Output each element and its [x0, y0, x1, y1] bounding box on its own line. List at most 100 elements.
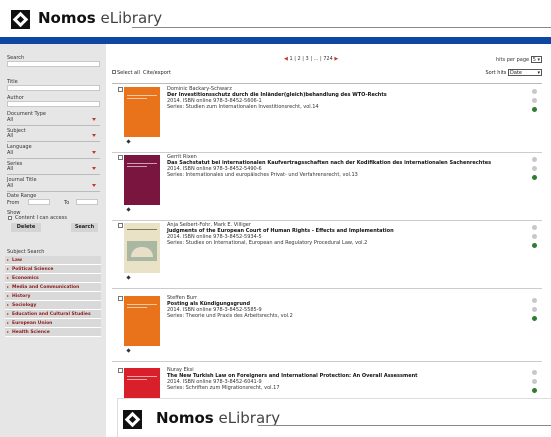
date-to-input[interactable] [76, 199, 98, 205]
subject-list: Law Political Science Economics Media an… [5, 256, 101, 337]
select-all-checkbox[interactable] [112, 70, 116, 74]
chevron-down-icon [92, 134, 96, 137]
author-input[interactable] [7, 101, 100, 107]
content-access-checkbox[interactable] [8, 216, 12, 220]
subject-item-history[interactable]: History [5, 292, 101, 301]
book-cover[interactable] [124, 155, 160, 215]
subject-item-economics[interactable]: Economics [5, 274, 101, 283]
select-all-label[interactable]: Select all [117, 70, 140, 76]
result-checkbox[interactable] [118, 223, 123, 228]
subject-item-law[interactable]: Law [5, 256, 101, 265]
title-input[interactable] [7, 85, 100, 91]
language-value: All [7, 150, 14, 156]
chevron-down-icon [92, 151, 96, 154]
from-label: From [7, 200, 20, 206]
results-panel: ◀ 1 | 2 | 3 | ... | 724 ▶ hits per page … [106, 44, 551, 437]
result-item: Gerrit Rixen Das Sachstatut bei internat… [112, 153, 542, 221]
subject-value: All [7, 133, 14, 139]
access-available-icon [532, 107, 537, 112]
sort-control: Sort hits Date ▾ [485, 69, 542, 76]
delete-button[interactable]: Delete [11, 223, 41, 232]
nomos-logo-icon [126, 348, 131, 353]
hits-per-page: hits per page 5 ▾ [496, 56, 542, 63]
subject-select[interactable]: All [7, 133, 100, 142]
doctype-select[interactable]: All [7, 117, 100, 126]
book-cover[interactable] [124, 87, 160, 147]
nomos-logo-icon [126, 275, 131, 280]
result-item: Dominic Backary-Schwarz Der Investitions… [112, 85, 542, 153]
result-checkbox[interactable] [118, 368, 123, 373]
hits-select[interactable]: 5 ▾ [530, 56, 542, 63]
chevron-down-icon [92, 184, 96, 187]
next-page-icon[interactable]: ▶ [334, 56, 338, 62]
nomos-logo-icon[interactable] [11, 10, 30, 29]
search-input[interactable] [7, 61, 100, 67]
result-series: Series: Theorie und Praxis des Arbeitsre… [167, 313, 293, 319]
result-series: Series: Studies on International, Europe… [167, 240, 368, 246]
availability-indicators [532, 298, 538, 325]
banner-divider [258, 425, 551, 426]
sticky-logo-banner: Nomos eLibrary [117, 398, 551, 437]
results-toolbar: Select all Cite/export Sort hits Date ▾ [112, 69, 542, 78]
subject-item-education[interactable]: Education and Cultural Studies [5, 310, 101, 319]
result-info: Anja Seibert-Fohr, Mark E. Villiger Judg… [167, 222, 527, 246]
result-item: Anja Seibert-Fohr, Mark E. Villiger Judg… [112, 221, 542, 289]
content-access-label: Content I can access [15, 215, 67, 221]
journal-select[interactable]: All [7, 183, 100, 192]
date-from-input[interactable] [28, 199, 50, 205]
series-select[interactable]: All [7, 166, 100, 175]
access-available-icon [532, 175, 537, 180]
result-info: Steffen Burr Posting als Kündigungsgrund… [167, 295, 527, 319]
prev-page-icon[interactable]: ◀ [284, 56, 288, 62]
subject-search-title: Subject Search [7, 249, 45, 255]
result-item: Steffen Burr Posting als Kündigungsgrund… [112, 294, 542, 362]
journal-value: All [7, 183, 14, 189]
page-links[interactable]: 1 | 2 | 3 | ... | 724 [289, 56, 332, 62]
search-button[interactable]: Search [71, 223, 98, 232]
sort-select[interactable]: Date ▾ [508, 69, 542, 76]
access-available-icon [532, 243, 537, 248]
subject-item-media[interactable]: Media and Communication [5, 283, 101, 292]
chevron-down-icon [92, 118, 96, 121]
subject-item-political-science[interactable]: Political Science [5, 265, 101, 274]
availability-indicators [532, 89, 538, 116]
result-info: Gerrit Rixen Das Sachstatut bei internat… [167, 154, 527, 178]
nomos-logo-icon[interactable] [123, 410, 142, 429]
pagination: ◀ 1 | 2 | 3 | ... | 724 ▶ [284, 56, 338, 62]
subject-item-health-science[interactable]: Health Science [5, 328, 101, 337]
sort-label: Sort hits [485, 70, 507, 76]
search-sidebar: Search Title Author Document Type All Su… [0, 44, 106, 437]
cover-photo [127, 241, 157, 261]
cite-export-link[interactable]: Cite/export [143, 70, 171, 76]
doctype-value: All [7, 117, 14, 123]
book-cover[interactable] [124, 223, 160, 283]
language-select[interactable]: All [7, 150, 100, 159]
result-series: Series: Studien zum Internationalen Inve… [167, 104, 319, 110]
site-logo-text[interactable]: Nomos eLibrary [38, 9, 162, 27]
series-value: All [7, 166, 14, 172]
result-info: Nuray Eksi The New Turkish Law on Foreig… [167, 367, 527, 391]
result-checkbox[interactable] [118, 155, 123, 160]
result-checkbox[interactable] [118, 296, 123, 301]
nomos-logo-icon [126, 139, 131, 144]
header-divider [132, 27, 551, 28]
nomos-logo-icon [126, 207, 131, 212]
hits-label: hits per page [496, 57, 530, 63]
nav-bar [0, 37, 551, 44]
result-series: Series: Schriften zum Migrationsrecht, v… [167, 385, 280, 391]
result-checkbox[interactable] [118, 87, 123, 92]
access-available-icon [532, 316, 537, 321]
subject-item-european-union[interactable]: European Union [5, 319, 101, 328]
site-header: Nomos eLibrary [0, 0, 551, 37]
toolbar-divider [112, 83, 542, 84]
to-label: To [64, 200, 70, 206]
availability-indicators [532, 370, 538, 397]
chevron-down-icon [92, 167, 96, 170]
result-info: Dominic Backary-Schwarz Der Investitions… [167, 86, 527, 110]
book-cover[interactable] [124, 296, 160, 356]
subject-item-sociology[interactable]: Sociology [5, 301, 101, 310]
access-available-icon [532, 388, 537, 393]
availability-indicators [532, 157, 538, 184]
availability-indicators [532, 225, 538, 252]
result-series: Series: Internationales und europäisches… [167, 172, 358, 178]
